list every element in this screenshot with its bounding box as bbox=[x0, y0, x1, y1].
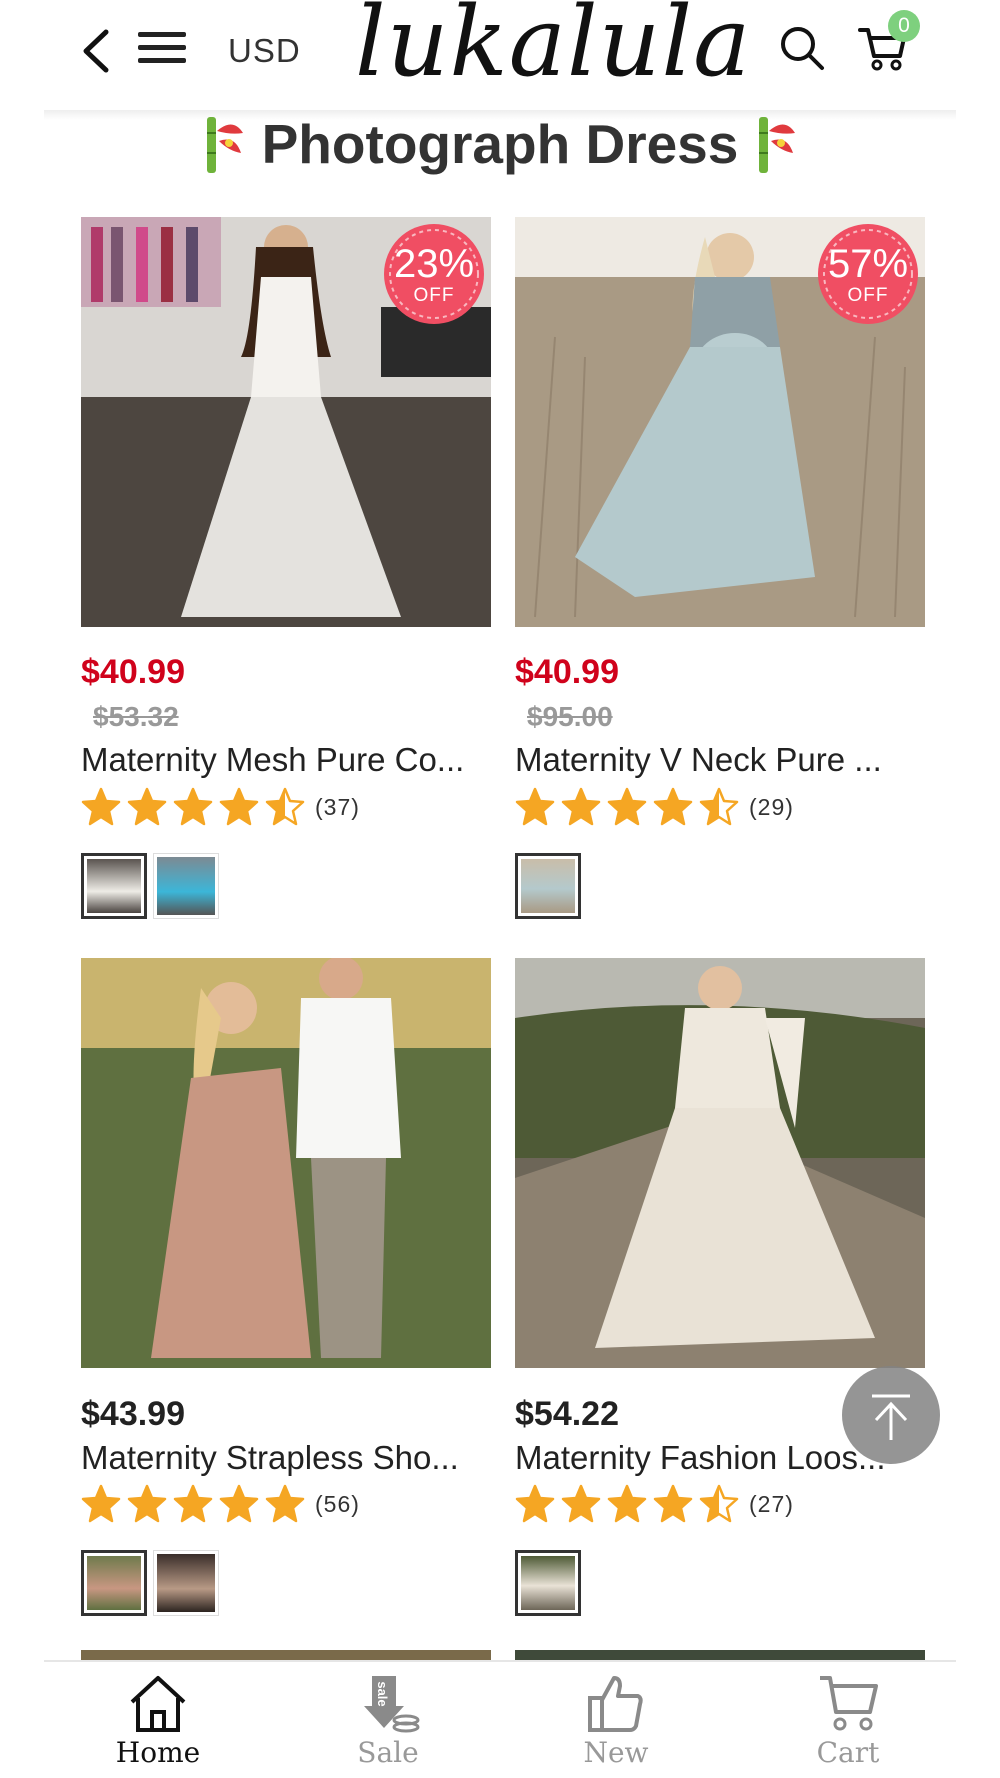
review-count: (56) bbox=[315, 1490, 360, 1517]
nav-new-label: New bbox=[583, 1736, 649, 1769]
back-arrow-icon[interactable] bbox=[76, 26, 116, 76]
svg-text:sale: sale bbox=[375, 1681, 390, 1706]
product-image[interactable]: 23% OFF bbox=[81, 217, 491, 627]
next-row-peek bbox=[515, 1650, 925, 1660]
review-count: (29) bbox=[749, 793, 794, 820]
discount-percent: 57% bbox=[827, 242, 909, 286]
nav-sale-label: Sale bbox=[357, 1736, 419, 1769]
discount-percent: 23% bbox=[393, 242, 475, 286]
star-rating: (37) bbox=[81, 787, 360, 827]
star-full-icon bbox=[607, 1484, 647, 1523]
product-name[interactable]: Maternity Mesh Pure Co... bbox=[81, 741, 491, 779]
star-full-icon bbox=[219, 787, 259, 826]
star-full-icon bbox=[653, 787, 693, 826]
star-full-icon bbox=[81, 787, 121, 826]
review-count: (37) bbox=[315, 793, 360, 820]
bamboo-icon bbox=[758, 117, 795, 173]
star-rating: (29) bbox=[515, 787, 794, 827]
star-full-icon bbox=[515, 787, 555, 826]
thumbs-up-icon bbox=[588, 1676, 643, 1732]
section-header: Photograph Dress bbox=[0, 112, 1000, 192]
color-swatch[interactable] bbox=[81, 1550, 147, 1616]
nav-sale[interactable]: sale Sale bbox=[318, 1672, 458, 1769]
product-name[interactable]: Maternity V Neck Pure ... bbox=[515, 741, 925, 779]
brand-logo[interactable]: lukalula bbox=[355, 0, 751, 98]
color-swatches bbox=[81, 853, 225, 919]
star-full-icon bbox=[265, 1484, 305, 1523]
original-price: $95.00 bbox=[527, 701, 613, 732]
star-half-icon bbox=[265, 787, 305, 826]
sale-tag-icon: sale bbox=[364, 1676, 420, 1733]
star-half-icon bbox=[699, 1484, 739, 1523]
color-swatch[interactable] bbox=[515, 853, 581, 919]
discount-off-label: OFF bbox=[413, 285, 455, 306]
star-full-icon bbox=[653, 1484, 693, 1523]
star-full-icon bbox=[561, 787, 601, 826]
home-icon bbox=[130, 1676, 186, 1732]
product-price: $43.99 bbox=[81, 1395, 185, 1433]
cart-icon bbox=[820, 1676, 878, 1731]
bamboo-icon bbox=[207, 117, 244, 173]
star-full-icon bbox=[515, 1484, 555, 1523]
nav-divider bbox=[44, 1660, 956, 1662]
currency-selector[interactable]: USD bbox=[228, 32, 301, 70]
nav-home[interactable]: Home bbox=[88, 1672, 228, 1769]
star-half-icon bbox=[699, 787, 739, 826]
product-image[interactable] bbox=[515, 958, 925, 1368]
star-full-icon bbox=[127, 787, 167, 826]
product-price: $54.22 bbox=[515, 1395, 619, 1433]
product-card[interactable]: 23% OFF $40.99 $53.32 Maternity Mesh Pur… bbox=[81, 217, 491, 922]
star-full-icon bbox=[127, 1484, 167, 1523]
star-full-icon bbox=[81, 1484, 121, 1523]
star-full-icon bbox=[173, 787, 213, 826]
product-card[interactable]: $54.22 Maternity Fashion Loos... (27) bbox=[515, 958, 925, 1620]
menu-icon[interactable] bbox=[138, 32, 186, 68]
color-swatches bbox=[515, 1550, 587, 1616]
review-count: (27) bbox=[749, 1490, 794, 1517]
nav-cart-label: Cart bbox=[816, 1736, 880, 1769]
product-price: $40.99 bbox=[81, 653, 185, 691]
product-card[interactable]: 57% OFF $40.99 $95.00 Maternity V Neck P… bbox=[515, 217, 925, 922]
top-header: USD lukalula 0 bbox=[0, 0, 1000, 112]
product-name[interactable]: Maternity Strapless Sho... bbox=[81, 1439, 491, 1477]
color-swatch[interactable] bbox=[81, 853, 147, 919]
star-full-icon bbox=[173, 1484, 213, 1523]
nav-home-label: Home bbox=[115, 1736, 201, 1769]
original-price: $53.32 bbox=[93, 701, 179, 732]
color-swatches bbox=[515, 853, 587, 919]
cart-count-badge: 0 bbox=[888, 10, 920, 42]
star-full-icon bbox=[219, 1484, 259, 1523]
discount-off-label: OFF bbox=[847, 285, 889, 306]
nav-new[interactable]: New bbox=[546, 1672, 686, 1769]
product-price: $40.99 bbox=[515, 653, 619, 691]
color-swatch[interactable] bbox=[153, 853, 219, 919]
star-full-icon bbox=[607, 787, 647, 826]
product-image[interactable] bbox=[81, 958, 491, 1368]
section-title: Photograph Dress bbox=[261, 113, 739, 175]
color-swatch[interactable] bbox=[515, 1550, 581, 1616]
product-card[interactable]: $43.99 Maternity Strapless Sho... (56) bbox=[81, 958, 491, 1620]
star-full-icon bbox=[561, 1484, 601, 1523]
next-row-peek bbox=[81, 1650, 491, 1660]
nav-cart[interactable]: Cart bbox=[778, 1672, 918, 1769]
arrow-up-icon bbox=[872, 1394, 910, 1440]
product-image[interactable]: 57% OFF bbox=[515, 217, 925, 627]
star-rating: (56) bbox=[81, 1484, 360, 1524]
search-icon[interactable] bbox=[778, 24, 826, 72]
color-swatches bbox=[81, 1550, 225, 1616]
star-rating: (27) bbox=[515, 1484, 794, 1524]
back-to-top-button[interactable] bbox=[842, 1366, 940, 1464]
color-swatch[interactable] bbox=[153, 1550, 219, 1616]
